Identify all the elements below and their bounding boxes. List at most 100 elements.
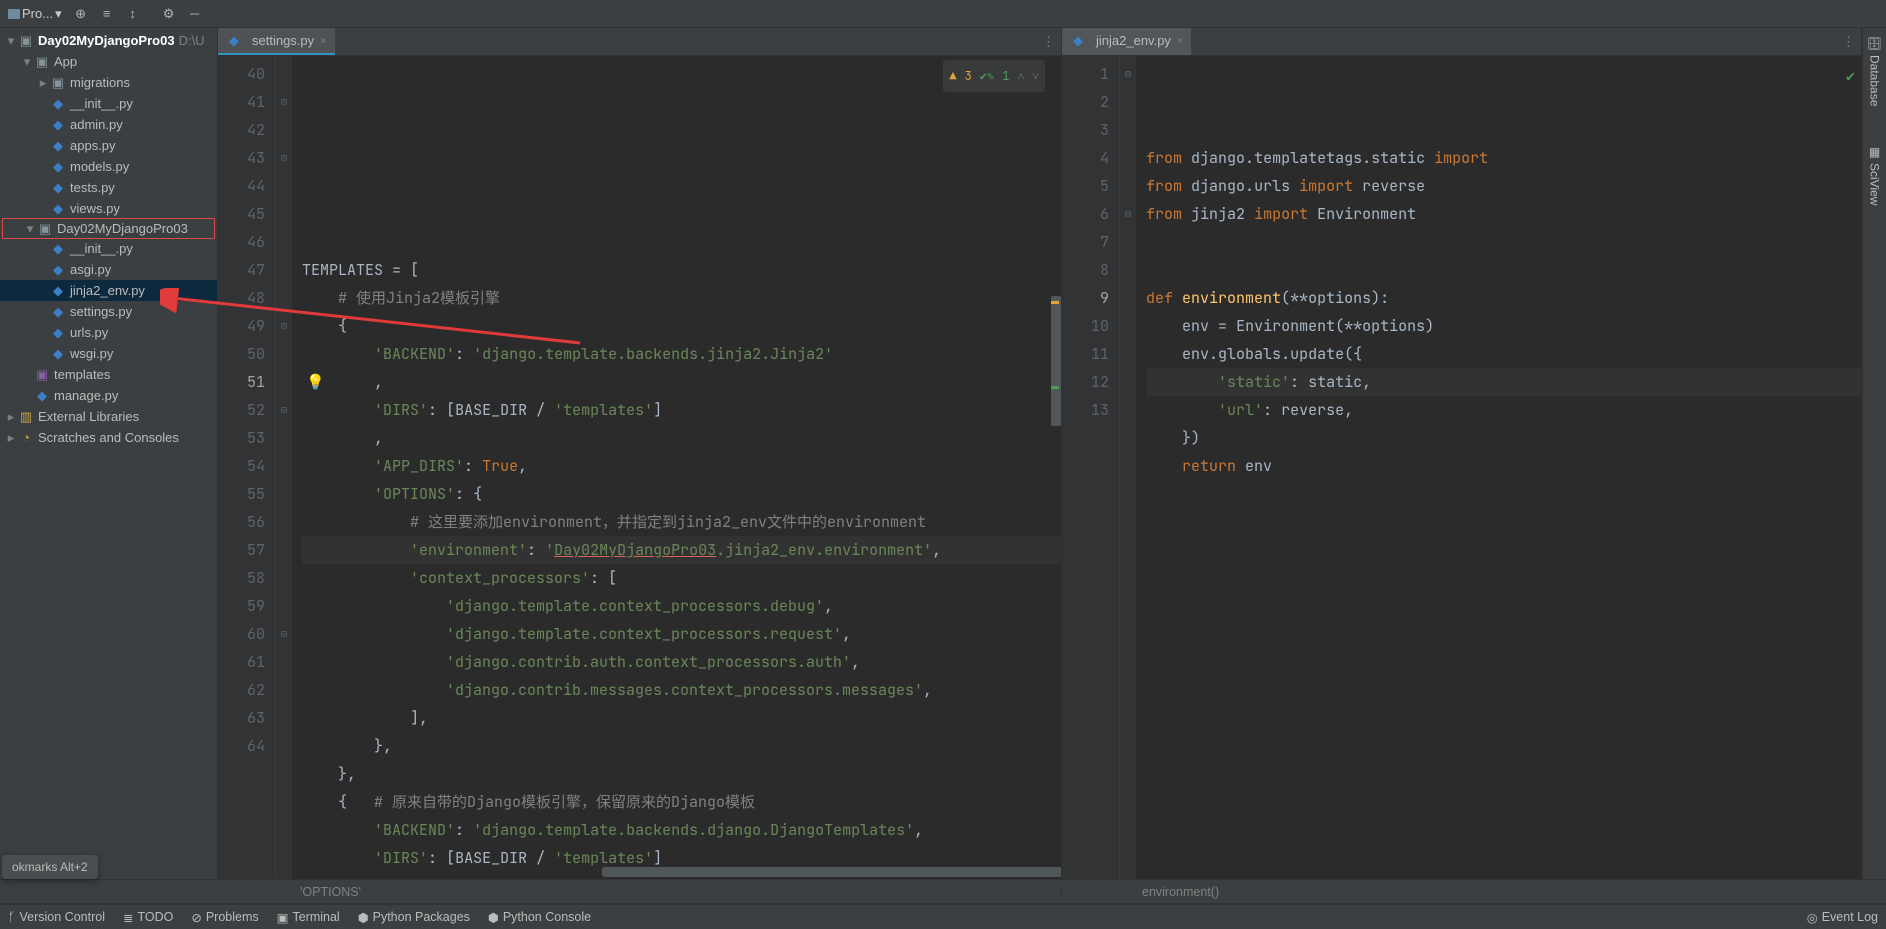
folder-icon: ▣: [37, 221, 53, 237]
problems-icon: ⊘: [191, 910, 201, 925]
console-icon: ⬢: [488, 910, 499, 925]
horizontal-scrollbar[interactable]: [602, 867, 1061, 877]
tree-file[interactable]: ◆admin.py: [0, 114, 217, 135]
todo-button[interactable]: ≣ TODO: [123, 910, 173, 925]
code-view[interactable]: ▲3 ✔✎1 ˄ ˅ 💡 TEMPLATES = [ # 使用Jinja2模板引…: [292, 56, 1061, 879]
right-tool-strip: 🗄 Database ▦ SciView: [1862, 28, 1886, 879]
event-log-icon: ◎: [1807, 910, 1818, 925]
tree-item-label: tests.py: [70, 180, 115, 195]
status-label: Python Console: [503, 910, 591, 924]
line-gutter[interactable]: 4041424344454647484950515253545556575859…: [218, 56, 276, 879]
tab-settings[interactable]: ◆ settings.py ×: [218, 28, 335, 55]
prev-highlight-icon[interactable]: ˄: [1017, 62, 1024, 90]
scratches-icon: ◔: [18, 430, 34, 446]
tree-item-label: views.py: [70, 201, 120, 216]
typo-count: 1: [1002, 62, 1009, 90]
project-view-selector[interactable]: Pro... ▾: [4, 6, 66, 22]
sciview-icon: ▦: [1868, 145, 1882, 159]
project-sidebar: ▾ ▣ Day02MyDjangoPro03 D:\U ▾ ▣ App ▸ ▣ …: [0, 28, 218, 879]
sciview-tool-button[interactable]: ▦ SciView: [1868, 141, 1882, 209]
python-file-icon: ◆: [34, 388, 50, 404]
editor-left-body[interactable]: 4041424344454647484950515253545556575859…: [218, 56, 1061, 879]
tree-external-libraries[interactable]: ▸ ▥ External Libraries: [0, 406, 217, 427]
gear-icon[interactable]: ⚙: [158, 3, 180, 25]
close-icon[interactable]: ×: [1177, 35, 1183, 47]
python-file-icon: ◆: [50, 304, 66, 320]
breadcrumb-left[interactable]: 'OPTIONS': [0, 885, 1062, 899]
vcs-icon: ᚶ: [8, 910, 16, 924]
version-control-button[interactable]: ᚶ Version Control: [8, 910, 105, 924]
tree-item-label: Scratches and Consoles: [38, 430, 179, 445]
tree-root[interactable]: ▾ ▣ Day02MyDjangoPro03 D:\U: [0, 30, 217, 51]
warning-count: 3: [965, 62, 972, 90]
tree-file-jinja2env[interactable]: ◆jinja2_env.py: [0, 280, 217, 301]
todo-icon: ≣: [123, 910, 133, 925]
status-label: Version Control: [20, 910, 105, 924]
breadcrumb-bar: 'OPTIONS' environment(): [0, 879, 1886, 904]
tree-item-label: apps.py: [70, 138, 116, 153]
python-file-icon: ◆: [1070, 33, 1086, 49]
expand-all-icon[interactable]: ≡: [96, 3, 118, 25]
tab-label: jinja2_env.py: [1096, 33, 1171, 48]
tree-folder-migrations[interactable]: ▸ ▣ migrations: [0, 72, 217, 93]
hide-icon[interactable]: ─: [184, 3, 206, 25]
tree-file[interactable]: ◆__init__.py: [0, 93, 217, 114]
collapse-icon[interactable]: ↕: [122, 3, 144, 25]
fold-gutter[interactable]: ⊟⊟⊟⊟⊟: [276, 56, 292, 879]
tree-file[interactable]: ◆wsgi.py: [0, 343, 217, 364]
close-icon[interactable]: ×: [320, 35, 326, 47]
tree-item-label: models.py: [70, 159, 129, 174]
status-label: Terminal: [292, 910, 339, 924]
python-packages-button[interactable]: ⬢Python Packages: [358, 910, 470, 925]
database-label: Database: [1868, 55, 1882, 106]
folder-icon: ▣: [50, 75, 66, 91]
locate-icon[interactable]: ⊕: [70, 3, 92, 25]
event-log-button[interactable]: ◎ Event Log: [1807, 910, 1878, 925]
terminal-button[interactable]: ▣Terminal: [277, 910, 340, 925]
tree-file[interactable]: ◆asgi.py: [0, 259, 217, 280]
editor-right-body[interactable]: 12345678910111213 ⊟⊟ ✔ from django.templ…: [1062, 56, 1861, 879]
sciview-label: SciView: [1868, 163, 1882, 205]
next-highlight-icon[interactable]: ˅: [1032, 62, 1039, 90]
tree-file[interactable]: ◆apps.py: [0, 135, 217, 156]
tab-menu-icon[interactable]: ⋮: [1842, 34, 1855, 50]
python-file-icon: ◆: [50, 241, 66, 257]
hint-text: okmarks Alt+2: [12, 860, 88, 874]
tab-menu-icon[interactable]: ⋮: [1042, 34, 1055, 50]
error-stripe[interactable]: [1049, 56, 1061, 879]
breadcrumb-right[interactable]: environment(): [1062, 885, 1229, 899]
tree-file-manage[interactable]: ◆ manage.py: [0, 385, 217, 406]
tree-file[interactable]: ◆views.py: [0, 198, 217, 219]
intention-bulb-icon[interactable]: 💡: [306, 368, 325, 396]
terminal-icon: ▣: [277, 910, 289, 925]
tree-file[interactable]: ◆urls.py: [0, 322, 217, 343]
python-file-icon: ◆: [226, 33, 242, 49]
project-tool-toolbar: Pro... ▾ ⊕ ≡ ↕ ⚙ ─: [0, 0, 1886, 28]
line-gutter[interactable]: 12345678910111213: [1062, 56, 1120, 879]
tree-file[interactable]: ◆__init__.py: [0, 238, 217, 259]
warning-icon: ▲: [949, 62, 956, 90]
python-file-icon: ◆: [50, 96, 66, 112]
tree-folder-templates[interactable]: ▣ templates: [0, 364, 217, 385]
database-tool-button[interactable]: 🗄 Database: [1868, 32, 1882, 111]
tab-jinja2env[interactable]: ◆ jinja2_env.py ×: [1062, 28, 1191, 55]
problems-button[interactable]: ⊘Problems: [191, 910, 258, 925]
tree-scratches[interactable]: ▸ ◔ Scratches and Consoles: [0, 427, 217, 448]
fold-gutter[interactable]: ⊟⊟: [1120, 56, 1136, 879]
tree-item-label: manage.py: [54, 388, 118, 403]
tab-label: settings.py: [252, 33, 314, 48]
inspection-ok-icon[interactable]: ✔: [1846, 62, 1855, 90]
code-view[interactable]: ✔ from django.templatetags.static import…: [1136, 56, 1861, 879]
inspections-widget[interactable]: ▲3 ✔✎1 ˄ ˅: [943, 60, 1045, 92]
python-console-button[interactable]: ⬢ Python Console: [488, 910, 591, 925]
tree-folder-app[interactable]: ▾ ▣ App: [0, 51, 217, 72]
database-icon: 🗄: [1868, 36, 1882, 51]
tree-file[interactable]: ◆models.py: [0, 156, 217, 177]
status-label: Event Log: [1822, 910, 1878, 924]
status-label: TODO: [137, 910, 173, 924]
tree-folder-inner-pkg[interactable]: ▾ ▣ Day02MyDjangoPro03: [2, 218, 215, 239]
tree-file[interactable]: ◆tests.py: [0, 177, 217, 198]
tree-file[interactable]: ◆settings.py: [0, 301, 217, 322]
breadcrumb-item: 'OPTIONS': [300, 885, 361, 899]
tree-item-label: migrations: [70, 75, 130, 90]
